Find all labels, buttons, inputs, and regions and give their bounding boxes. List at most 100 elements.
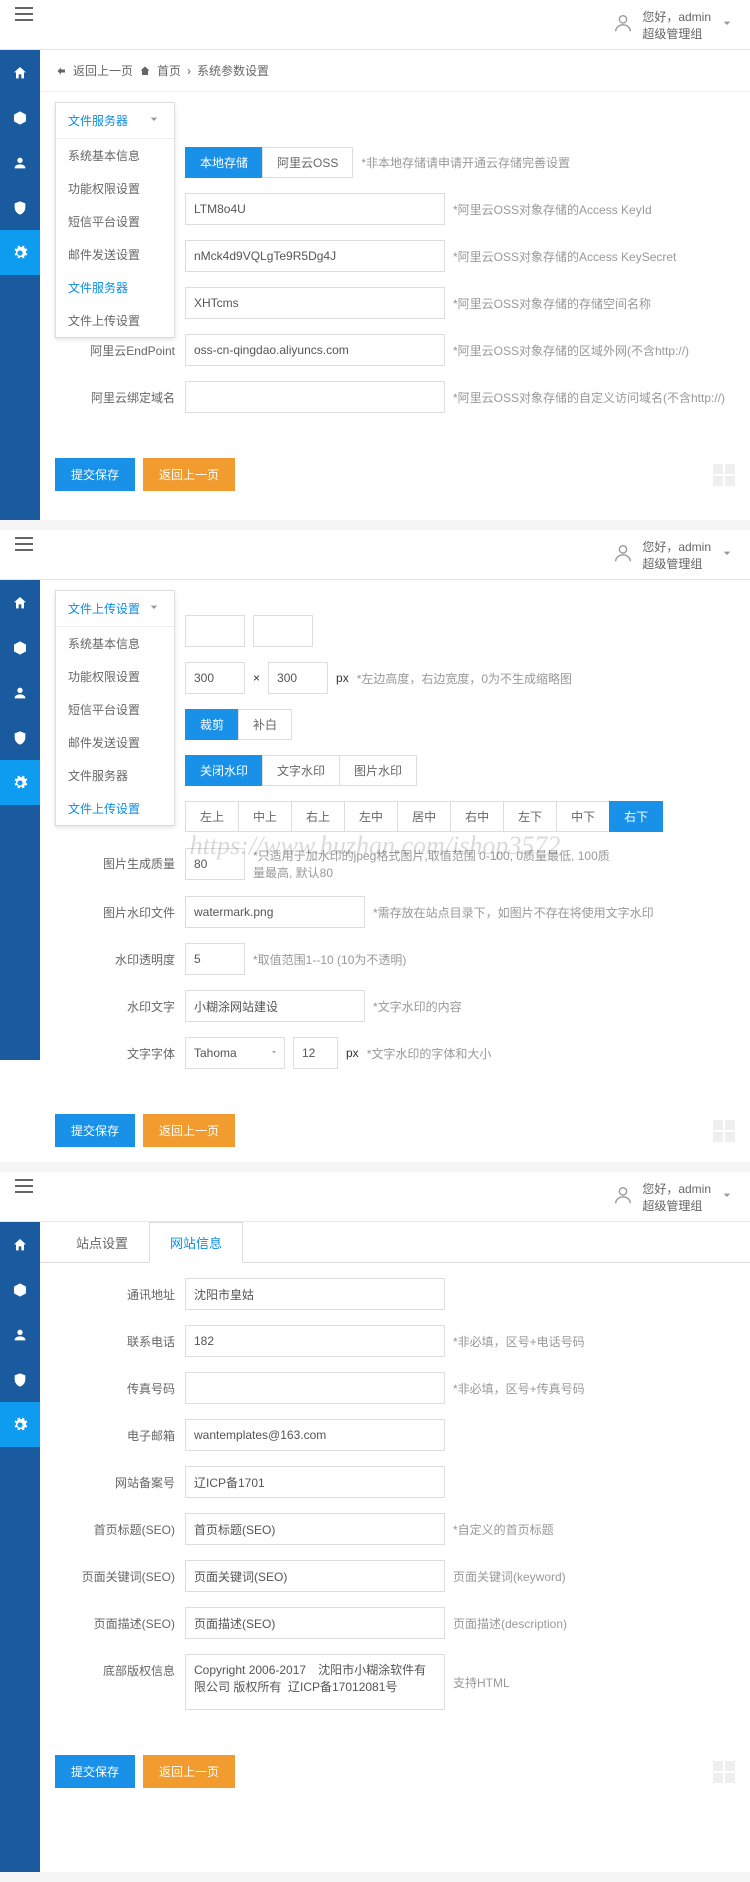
wm-image[interactable]: 图片水印 [339, 755, 417, 786]
user-area[interactable]: 您好，admin 超级管理组 [612, 538, 735, 572]
label-domain: 阿里云绑定域名 [55, 381, 185, 406]
dropdown-item[interactable]: 短信平台设置 [56, 205, 174, 238]
wm-text[interactable]: 文字水印 [262, 755, 340, 786]
content: 站点设置 网站信息 通讯地址 联系电话 *非必填，区号+电话号码 传真号码 *非… [40, 1222, 750, 1803]
input-font-size[interactable] [293, 1037, 338, 1069]
menu-toggle[interactable] [15, 1185, 39, 1209]
dropdown-item[interactable]: 文件服务器 [56, 271, 174, 304]
label-copyright: 底部版权信息 [55, 1654, 185, 1679]
save-button[interactable]: 提交保存 [55, 1114, 135, 1147]
back-button[interactable]: 返回上一页 [143, 458, 235, 491]
dropdown-item[interactable]: 短信平台设置 [56, 693, 174, 726]
sidebar-home[interactable] [0, 580, 40, 625]
sidebar-cube[interactable] [0, 625, 40, 670]
grid-icon[interactable] [713, 1120, 735, 1142]
method-pad[interactable]: 补白 [238, 709, 292, 740]
dropdown-item[interactable]: 邮件发送设置 [56, 726, 174, 759]
user-area[interactable]: 您好，admin 超级管理组 [612, 8, 735, 42]
user-greeting: 您好，admin [642, 8, 711, 25]
breadcrumb-back[interactable]: 返回上一页 [73, 62, 133, 79]
sidebar-user[interactable] [0, 140, 40, 185]
grid-icon[interactable] [713, 464, 735, 486]
dropdown-header[interactable]: 文件服务器 [56, 103, 174, 139]
back-button[interactable]: 返回上一页 [143, 1755, 235, 1788]
input-top-a[interactable] [185, 615, 245, 647]
input-email[interactable] [185, 1419, 445, 1451]
input-height[interactable] [268, 662, 328, 694]
input-keyid[interactable] [185, 193, 445, 225]
sidebar-user[interactable] [0, 1312, 40, 1357]
save-button[interactable]: 提交保存 [55, 458, 135, 491]
pos-br[interactable]: 右下 [609, 801, 663, 832]
dropdown-item[interactable]: 系统基本信息 [56, 139, 174, 172]
sidebar-shield[interactable] [0, 715, 40, 760]
wm-off[interactable]: 关闭水印 [185, 755, 263, 786]
breadcrumb: 返回上一页 首页 › 系统参数设置 [40, 50, 750, 92]
input-bucket[interactable] [185, 287, 445, 319]
label-seo-keywords: 页面关键词(SEO) [55, 1560, 185, 1585]
dropdown-item[interactable]: 系统基本信息 [56, 627, 174, 660]
input-width[interactable] [185, 662, 245, 694]
input-seo-desc[interactable] [185, 1607, 445, 1639]
dropdown-item[interactable]: 功能权限设置 [56, 660, 174, 693]
input-wm-file[interactable] [185, 896, 365, 928]
sidebar-shield[interactable] [0, 1357, 40, 1402]
back-button[interactable]: 返回上一页 [143, 1114, 235, 1147]
input-endpoint[interactable] [185, 334, 445, 366]
sidebar-user[interactable] [0, 670, 40, 715]
pos-tl[interactable]: 左上 [185, 801, 239, 832]
pos-tr[interactable]: 右上 [291, 801, 345, 832]
input-domain[interactable] [185, 381, 445, 413]
sidebar-cube[interactable] [0, 1267, 40, 1312]
sidebar-gear[interactable] [0, 760, 40, 805]
dropdown-item[interactable]: 邮件发送设置 [56, 238, 174, 271]
input-opacity[interactable] [185, 943, 245, 975]
input-address[interactable] [185, 1278, 445, 1310]
chevron-down-icon [146, 111, 162, 130]
pos-mr[interactable]: 右中 [450, 801, 504, 832]
storage-oss[interactable]: 阿里云OSS [262, 147, 353, 178]
input-seo-keywords[interactable] [185, 1560, 445, 1592]
select-font[interactable] [185, 1037, 285, 1069]
storage-local[interactable]: 本地存储 [185, 147, 263, 178]
breadcrumb-home[interactable]: 首页 [157, 62, 181, 79]
tab-site-info[interactable]: 网站信息 [149, 1222, 243, 1263]
input-seo-title[interactable] [185, 1513, 445, 1545]
pos-bc[interactable]: 中下 [556, 801, 610, 832]
chevron-down-icon [719, 15, 735, 34]
user-area[interactable]: 您好，admin 超级管理组 [612, 1180, 735, 1214]
dropdown-item[interactable]: 文件上传设置 [56, 304, 174, 337]
dropdown-item[interactable]: 文件服务器 [56, 759, 174, 792]
sidebar-cube[interactable] [0, 95, 40, 140]
input-quality[interactable] [185, 848, 245, 880]
pos-tc[interactable]: 中上 [238, 801, 292, 832]
grid-icon[interactable] [713, 1761, 735, 1783]
sidebar-gear[interactable] [0, 1402, 40, 1447]
menu-toggle[interactable] [15, 543, 39, 567]
pos-bl[interactable]: 左下 [503, 801, 557, 832]
input-top-b[interactable] [253, 615, 313, 647]
input-phone[interactable] [185, 1325, 445, 1357]
dropdown-item[interactable]: 功能权限设置 [56, 172, 174, 205]
dropdown-item[interactable]: 文件上传设置 [56, 792, 174, 825]
hint: *文字水印的字体和大小 [367, 1045, 492, 1062]
input-wm-text[interactable] [185, 990, 365, 1022]
method-crop[interactable]: 裁剪 [185, 709, 239, 740]
dropdown-header[interactable]: 文件上传设置 [56, 591, 174, 627]
input-fax[interactable] [185, 1372, 445, 1404]
pos-mc[interactable]: 居中 [397, 801, 451, 832]
sidebar-home[interactable] [0, 50, 40, 95]
hint: 页面关键词(keyword) [453, 1568, 566, 1585]
input-keysecret[interactable] [185, 240, 445, 272]
label-quality: 图片生成质量 [55, 847, 185, 872]
pos-ml[interactable]: 左中 [344, 801, 398, 832]
topbar: 您好，admin 超级管理组 [0, 1172, 750, 1222]
tab-site-settings[interactable]: 站点设置 [55, 1222, 149, 1263]
input-icp[interactable] [185, 1466, 445, 1498]
menu-toggle[interactable] [15, 13, 39, 37]
save-button[interactable]: 提交保存 [55, 1755, 135, 1788]
sidebar-gear[interactable] [0, 230, 40, 275]
sidebar-home[interactable] [0, 1222, 40, 1267]
sidebar-shield[interactable] [0, 185, 40, 230]
textarea-copyright[interactable]: Copyright 2006-2017 沈阳市小糊涂软件有限公司 版权所有 辽I… [185, 1654, 445, 1710]
